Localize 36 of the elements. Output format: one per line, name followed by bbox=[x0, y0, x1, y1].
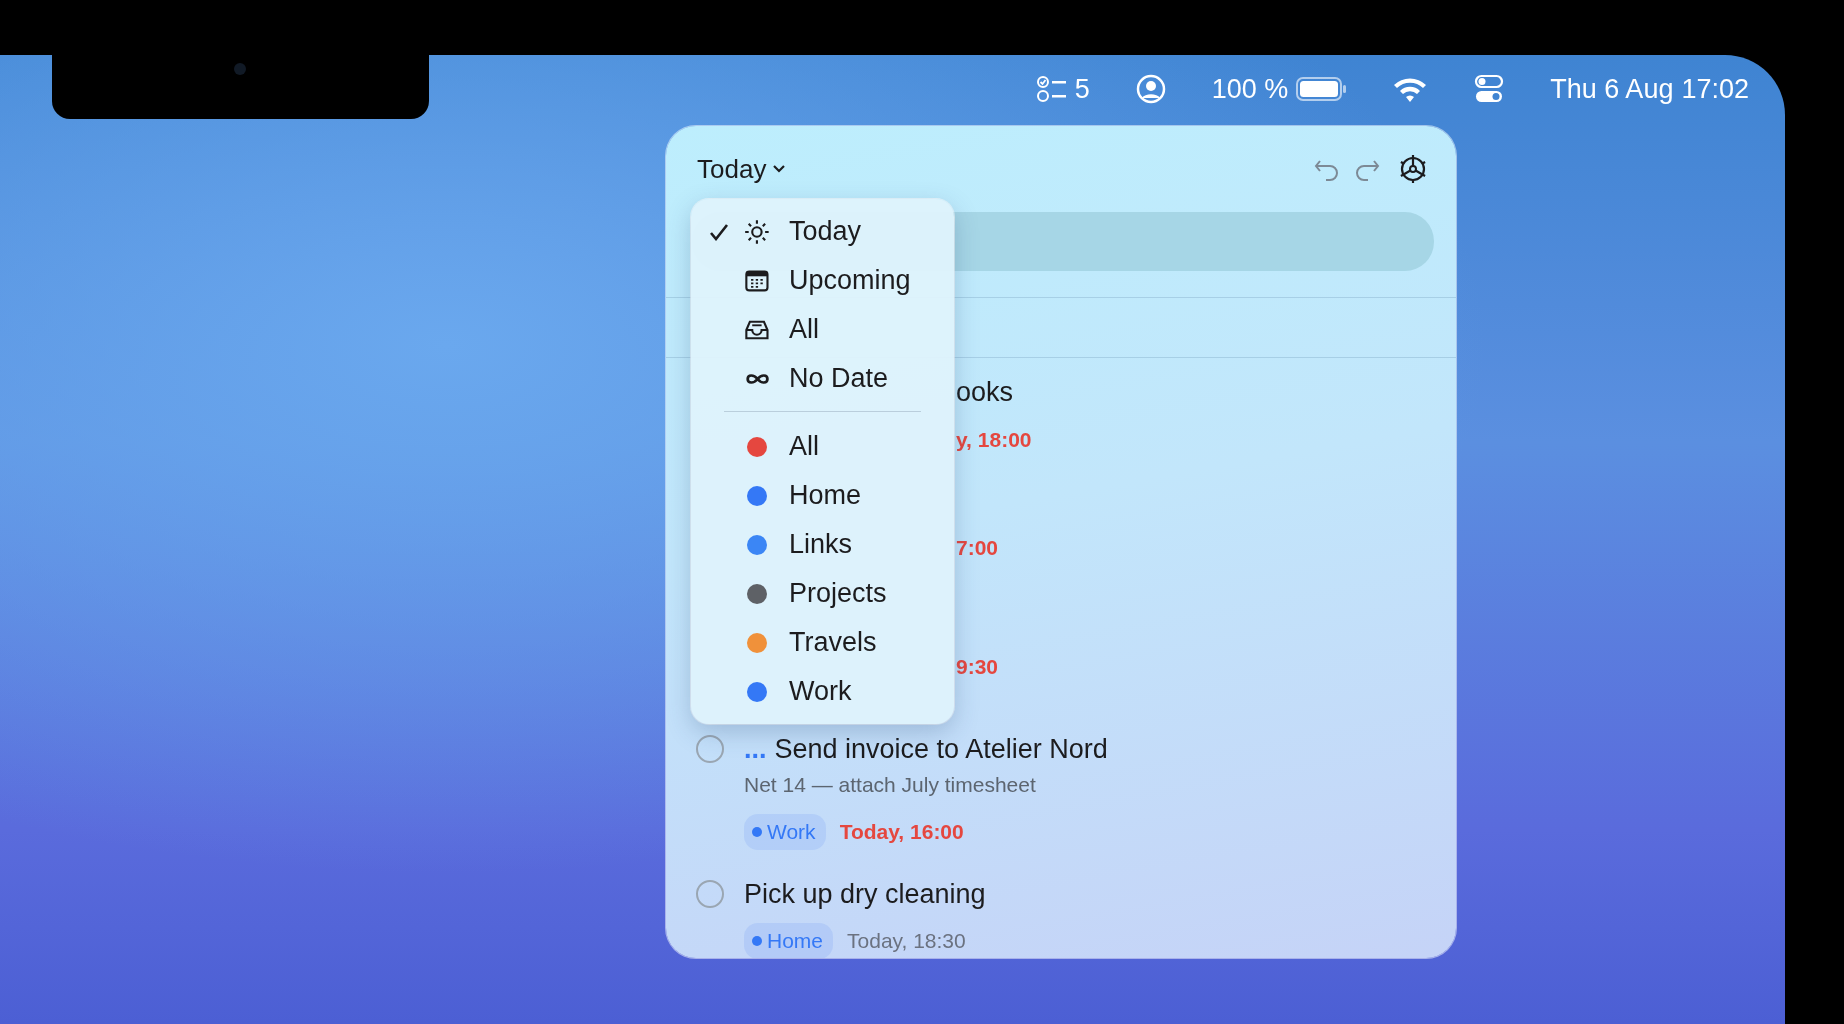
menu-bar-time[interactable]: 17:02 bbox=[1681, 73, 1749, 105]
view-selector[interactable]: Today bbox=[697, 153, 787, 185]
control-center-icon[interactable] bbox=[1474, 74, 1505, 104]
battery-icon[interactable] bbox=[1296, 77, 1347, 101]
checkmark-icon bbox=[709, 222, 729, 241]
menu-item[interactable]: Links bbox=[691, 520, 954, 569]
due-date: y, 18:00 bbox=[956, 428, 1032, 452]
menu-item[interactable]: Projects bbox=[691, 569, 954, 618]
task-title: ooks bbox=[956, 376, 1014, 408]
settings-button[interactable] bbox=[1398, 154, 1428, 184]
task-checkbox[interactable] bbox=[696, 880, 724, 908]
due-date: 7:00 bbox=[956, 536, 999, 560]
task-checkbox[interactable] bbox=[696, 735, 724, 763]
task-title: Send invoice to Atelier Nord bbox=[774, 733, 1108, 765]
chevron-down-icon bbox=[772, 164, 787, 174]
due-date: Today, 16:00 bbox=[839, 820, 964, 844]
menu-item[interactable]: Work bbox=[691, 667, 954, 716]
checklist-icon[interactable] bbox=[1036, 75, 1067, 103]
menu-item[interactable]: Upcoming bbox=[691, 256, 954, 305]
settings-icon bbox=[1398, 154, 1428, 184]
menu-item[interactable]: All bbox=[691, 422, 954, 471]
menu-bar-date[interactable]: Thu 6 Aug bbox=[1550, 73, 1674, 105]
task-title: Pick up dry cleaning bbox=[744, 878, 986, 910]
user-icon[interactable] bbox=[1135, 74, 1166, 104]
menu-item[interactable]: No Date bbox=[691, 354, 954, 403]
task-note: Net 14 — attach July timesheet bbox=[744, 772, 1037, 798]
priority-marker: ... bbox=[744, 733, 767, 765]
menu-item[interactable]: Travels bbox=[691, 618, 954, 667]
battery-percent: 100 % bbox=[1211, 73, 1289, 105]
menu-item[interactable]: All bbox=[691, 305, 954, 354]
reminders-count: 5 bbox=[1074, 73, 1090, 105]
menu-item[interactable]: Today bbox=[691, 207, 954, 256]
due-date: Today, 18:30 bbox=[847, 929, 966, 953]
sun-icon bbox=[743, 218, 771, 245]
menu-item[interactable]: Home bbox=[691, 471, 954, 520]
due-date: 9:30 bbox=[956, 655, 999, 679]
